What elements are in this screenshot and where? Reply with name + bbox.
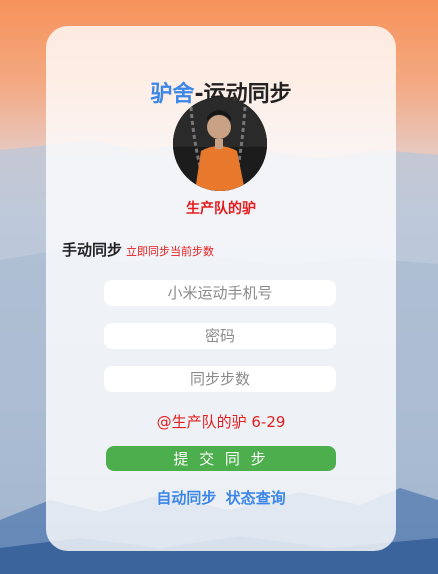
phone-input[interactable] xyxy=(104,280,336,306)
submit-sync-button[interactable]: 提 交 同 步 xyxy=(106,446,336,471)
manual-sync-heading: 手动同步 xyxy=(62,241,123,259)
status-query-link[interactable]: 状态查询 xyxy=(226,489,286,507)
sync-card: 驴舍-运动同步 生产队的驴 手动同步立即同步当前步数 @生产队的驴 6-29 提… xyxy=(46,26,396,551)
auto-sync-link[interactable]: 自动同步 xyxy=(156,489,216,507)
steps-input[interactable] xyxy=(104,366,336,392)
manual-sync-subtitle: 立即同步当前步数 xyxy=(126,245,215,258)
avatar-photo-icon xyxy=(173,97,267,191)
manual-sync-section: 手动同步 立即同步当前步数 xyxy=(62,239,214,260)
avatar xyxy=(173,97,267,191)
credit-text: @生产队的驴 6-29 xyxy=(156,413,286,431)
password-input[interactable] xyxy=(104,323,336,349)
profile-name: 生产队的驴 xyxy=(186,201,256,217)
footer-links: 自动同步 状态查询 xyxy=(46,487,396,508)
